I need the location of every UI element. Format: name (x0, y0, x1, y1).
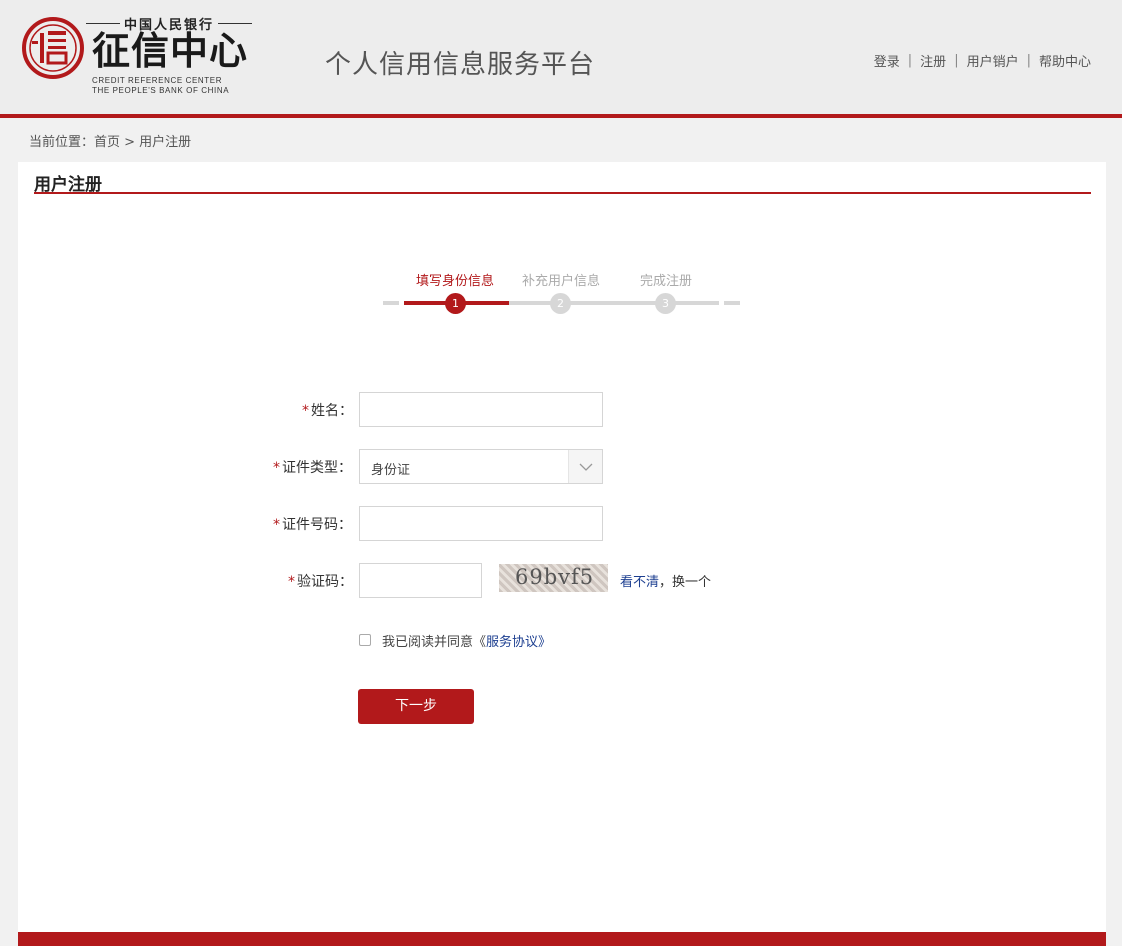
nav-separator: | (907, 53, 913, 68)
id-number-label: * 证件号码： (273, 514, 352, 534)
service-agreement-link[interactable]: 服务协议》 (486, 635, 551, 650)
nav-help-link[interactable]: 帮助中心 (1039, 51, 1091, 70)
step-2-label: 补充用户信息 (522, 274, 601, 289)
header-divider (0, 114, 1122, 118)
agree-text: 我已阅读并同意《服务协议》 (382, 631, 551, 650)
required-mark: * (273, 517, 280, 533)
logo-en-line1: CREDIT REFERENCE CENTER (92, 76, 223, 85)
id-type-select[interactable]: 身份证 (359, 449, 603, 484)
step-1-circle: 1 (445, 293, 466, 314)
name-label: * 姓名： (302, 400, 353, 420)
id-number-label-text: 证件号码： (282, 517, 352, 533)
chevron-down-icon (579, 463, 593, 471)
logo-main-text: 征信中心 (92, 28, 249, 73)
captcha-input[interactable] (359, 563, 482, 598)
progress-track-rest (509, 301, 719, 305)
progress-track-left (383, 301, 399, 305)
agree-text-prefix: 我已阅读并同意《 (382, 635, 487, 650)
id-type-label: * 证件类型： (273, 457, 352, 477)
name-input[interactable] (359, 392, 603, 427)
platform-title: 个人信用信息服务平台 (325, 50, 596, 80)
id-type-selected-value: 身份证 (371, 463, 411, 478)
captcha-image[interactable]: 69bvf5 (499, 564, 608, 592)
next-step-button[interactable]: 下一步 (358, 689, 474, 724)
site-header: 中国人民银行 征信中心 CREDIT REFERENCE CENTER THE … (0, 0, 1122, 114)
breadcrumb: 当前位置：首页 > 用户注册 (29, 135, 192, 150)
top-nav: 登录 | 注册 | 用户销户 | 帮助中心 (874, 51, 1091, 70)
name-label-text: 姓名： (311, 403, 353, 419)
nav-register-link[interactable]: 注册 (920, 51, 946, 70)
captcha-label-text: 验证码： (297, 574, 353, 590)
footer-band (18, 932, 1106, 946)
refresh-captcha-suffix[interactable]: ，换一个 (659, 575, 711, 590)
nav-separator: | (1026, 53, 1031, 68)
captcha-label: * 验证码： (288, 571, 353, 591)
required-mark: * (302, 403, 309, 419)
nav-separator: | (954, 53, 959, 68)
registration-panel: 用户注册 填写身份信息 补充用户信息 完成注册 1 2 3 * 姓名： * 证件类型… (18, 162, 1106, 932)
credit-center-seal-icon (22, 17, 84, 79)
nav-login-link[interactable]: 登录 (874, 51, 900, 70)
required-mark: * (288, 574, 295, 590)
logo-en-line2: THE PEOPLE'S BANK OF CHINA (92, 86, 230, 95)
nav-cancel-account-link[interactable]: 用户销户 (967, 51, 1019, 70)
captcha-image-text: 69bvf5 (515, 565, 595, 589)
id-type-label-text: 证件类型： (282, 460, 352, 476)
required-mark: * (273, 460, 280, 476)
refresh-captcha-link[interactable]: 看不清，换一个 (620, 571, 711, 590)
progress-track-right (724, 301, 740, 305)
panel-title-underline (34, 192, 1091, 194)
step-3-label: 完成注册 (640, 274, 693, 289)
step-1-label: 填写身份信息 (416, 274, 495, 289)
id-number-input[interactable] (359, 506, 603, 541)
agree-checkbox[interactable] (359, 634, 371, 646)
refresh-captcha-prefix[interactable]: 看不清 (620, 575, 659, 590)
step-2-circle: 2 (550, 293, 571, 314)
id-type-dropdown-toggle[interactable] (568, 450, 602, 483)
step-3-circle: 3 (655, 293, 676, 314)
